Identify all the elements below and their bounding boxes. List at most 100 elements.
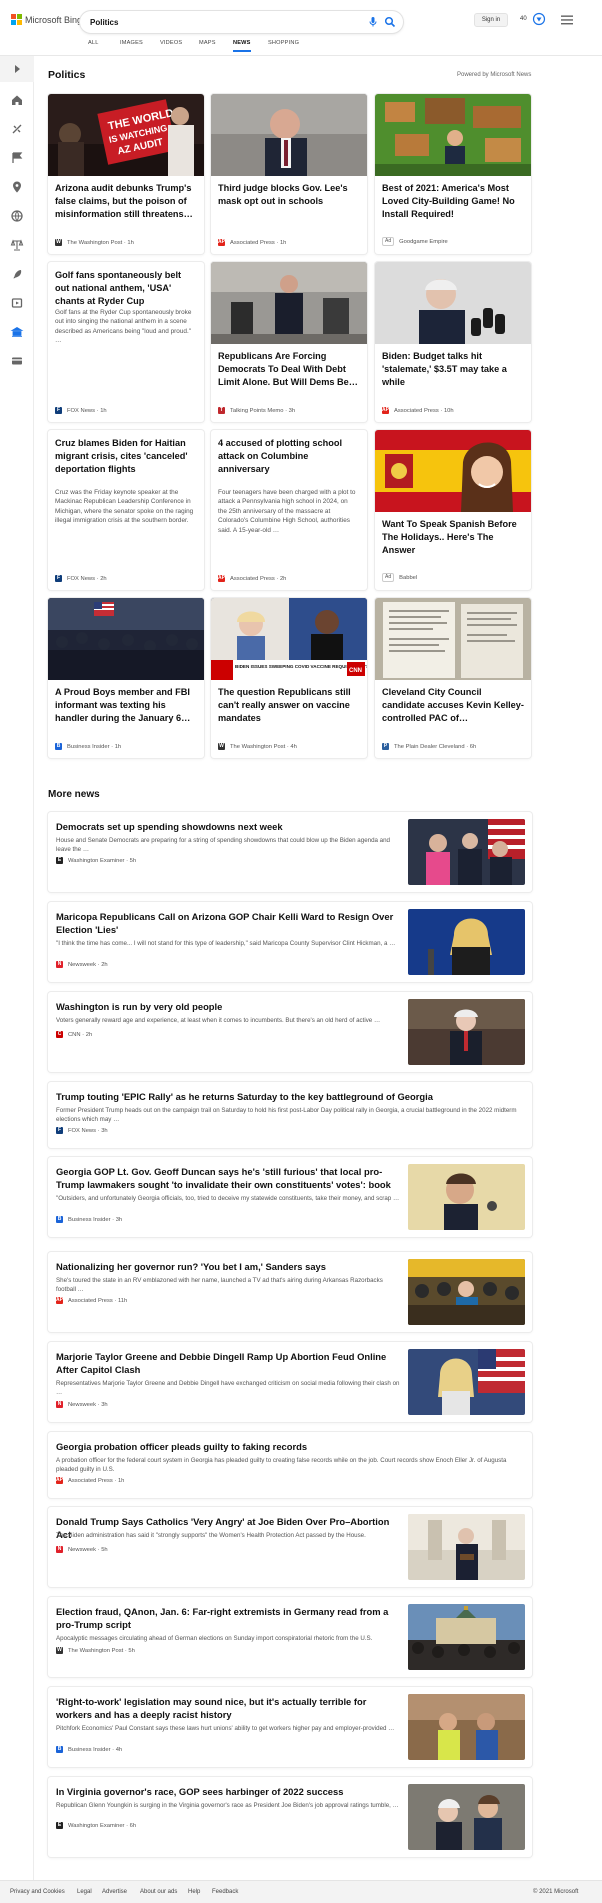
news-card-image[interactable]: [375, 262, 531, 344]
news-list-thumbnail[interactable]: [408, 909, 525, 975]
footer-link-advertise[interactable]: Advertise: [102, 1889, 127, 1895]
news-card-title[interactable]: Cleveland City Council candidate accuses…: [382, 686, 524, 725]
microphone-icon[interactable]: [367, 16, 379, 28]
news-list-item[interactable]: Donald Trump Says Catholics 'Very Angry'…: [48, 1507, 532, 1587]
news-list-thumbnail[interactable]: [408, 819, 525, 885]
tab-maps[interactable]: MAPS: [199, 40, 216, 46]
bing-logo[interactable]: Microsoft Bing: [11, 14, 82, 25]
news-list-item[interactable]: In Virginia governor's race, GOP sees ha…: [48, 1777, 532, 1857]
news-card-title[interactable]: Republicans Are Forcing Democrats To Dea…: [218, 350, 360, 389]
news-card[interactable]: A Proud Boys member and FBI informant wa…: [48, 598, 204, 758]
news-list-title[interactable]: Nationalizing her governor run? 'You bet…: [56, 1260, 400, 1273]
footer-link-about-ads[interactable]: About our ads: [140, 1889, 177, 1895]
news-list-item[interactable]: Georgia GOP Lt. Gov. Geoff Duncan says h…: [48, 1157, 532, 1237]
news-list-item[interactable]: Nationalizing her governor run? 'You bet…: [48, 1252, 532, 1332]
news-card-title[interactable]: Third judge blocks Gov. Lee's mask opt o…: [218, 182, 360, 208]
sign-in-button[interactable]: Sign in: [474, 13, 508, 27]
scales-icon[interactable]: [10, 238, 24, 252]
news-card-image[interactable]: BIDEN ISSUES SWEEPING COVID VACCINE REQU…: [211, 598, 367, 680]
entertainment-icon[interactable]: [10, 296, 24, 310]
news-card[interactable]: Republicans Are Forcing Democrats To Dea…: [211, 262, 367, 422]
home-icon[interactable]: [10, 93, 24, 107]
news-list-title[interactable]: Marjorie Taylor Greene and Debbie Dingel…: [56, 1350, 400, 1376]
news-card[interactable]: Best of 2021: America's Most Loved City-…: [375, 94, 531, 254]
tab-news[interactable]: NEWS: [233, 40, 251, 52]
news-card-title[interactable]: A Proud Boys member and FBI informant wa…: [55, 686, 197, 725]
news-card[interactable]: Golf fans spontaneously belt out nationa…: [48, 262, 204, 422]
rewards-icon[interactable]: [532, 12, 546, 26]
news-list-thumbnail[interactable]: [408, 1349, 525, 1415]
footer-link-privacy[interactable]: Privacy and Cookies: [10, 1889, 65, 1895]
footer-link-legal[interactable]: Legal: [77, 1889, 92, 1895]
news-list-title[interactable]: Georgia probation officer pleads guilty …: [56, 1440, 524, 1453]
news-list-title[interactable]: Democrats set up spending showdowns next…: [56, 820, 400, 833]
rewards-points[interactable]: 40: [520, 16, 527, 22]
news-list-title[interactable]: Georgia GOP Lt. Gov. Geoff Duncan says h…: [56, 1165, 400, 1191]
bank-icon[interactable]: [10, 325, 24, 339]
news-list-thumbnail[interactable]: [408, 1164, 525, 1230]
sports-icon[interactable]: [10, 122, 24, 136]
expand-icon[interactable]: [10, 62, 24, 76]
news-card-title[interactable]: Best of 2021: America's Most Loved City-…: [382, 182, 524, 221]
news-card[interactable]: Third judge blocks Gov. Lee's mask opt o…: [211, 94, 367, 254]
rocket-icon[interactable]: [10, 267, 24, 281]
news-card-title[interactable]: Want To Speak Spanish Before The Holiday…: [382, 518, 524, 557]
news-list-item[interactable]: Washington is run by very old people Vote…: [48, 992, 532, 1072]
search-icon[interactable]: [384, 16, 396, 28]
news-card-title[interactable]: 4 accused of plotting school attack on C…: [218, 437, 360, 476]
news-list-item[interactable]: Georgia probation officer pleads guilty …: [48, 1432, 532, 1498]
news-card-title[interactable]: Cruz blames Biden for Haitian migrant cr…: [55, 437, 197, 476]
news-card-image[interactable]: [375, 430, 531, 512]
news-card[interactable]: Biden: Budget talks hit 'stalemate,' $3.…: [375, 262, 531, 422]
news-list-thumbnail[interactable]: [408, 1694, 525, 1760]
news-list-thumbnail[interactable]: [408, 1784, 525, 1850]
news-list-title[interactable]: In Virginia governor's race, GOP sees ha…: [56, 1785, 400, 1798]
news-card-title[interactable]: Golf fans spontaneously belt out nationa…: [55, 269, 197, 308]
hamburger-menu-icon[interactable]: [561, 15, 573, 25]
news-list-title[interactable]: Trump touting 'EPIC Rally' as he returns…: [56, 1090, 524, 1103]
news-card-title[interactable]: Arizona audit debunks Trump's false clai…: [55, 182, 197, 221]
news-card-image[interactable]: [211, 94, 367, 176]
news-list-item[interactable]: 'Right-to-work' legislation may sound ni…: [48, 1687, 532, 1767]
news-list-item[interactable]: Trump touting 'EPIC Rally' as he returns…: [48, 1082, 532, 1148]
news-list-source: E Washington Examiner · 5h: [56, 857, 137, 864]
flag-icon[interactable]: [10, 151, 24, 165]
news-card[interactable]: BIDEN ISSUES SWEEPING COVID VACCINE REQU…: [211, 598, 367, 758]
news-card-image[interactable]: [211, 262, 367, 344]
tab-all[interactable]: ALL: [88, 40, 99, 46]
news-card-image[interactable]: [375, 94, 531, 176]
news-list-item[interactable]: Democrats set up spending showdowns next…: [48, 812, 532, 892]
search-input[interactable]: [90, 15, 340, 29]
footer-link-feedback[interactable]: Feedback: [212, 1889, 238, 1895]
news-list-title[interactable]: 'Right-to-work' legislation may sound ni…: [56, 1695, 400, 1721]
news-card[interactable]: THE WORLD IS WATCHING AZ AUDIT Arizona audi…: [48, 94, 204, 254]
news-card[interactable]: 4 accused of plotting school attack on C…: [211, 430, 367, 590]
news-card-image[interactable]: [375, 598, 531, 680]
source-age: 2h: [85, 1031, 93, 1038]
news-card-title[interactable]: The question Republicans still can't rea…: [218, 686, 360, 725]
news-card-title[interactable]: Biden: Budget talks hit 'stalemate,' $3.…: [382, 350, 524, 389]
footer-link-help[interactable]: Help: [188, 1889, 200, 1895]
tab-images[interactable]: IMAGES: [120, 40, 143, 46]
source-age: 4h: [290, 743, 297, 750]
news-list-item[interactable]: Maricopa Republicans Call on Arizona GOP…: [48, 902, 532, 982]
location-icon[interactable]: [10, 180, 24, 194]
news-card[interactable]: Want To Speak Spanish Before The Holiday…: [375, 430, 531, 590]
news-card-image[interactable]: [48, 598, 204, 680]
globe-icon[interactable]: [10, 209, 24, 223]
tab-videos[interactable]: VIDEOS: [160, 40, 182, 46]
news-list-title[interactable]: Election fraud, QAnon, Jan. 6: Far-right…: [56, 1605, 400, 1631]
news-list-thumbnail[interactable]: [408, 1604, 525, 1670]
news-list-thumbnail[interactable]: [408, 1259, 525, 1325]
news-list-title[interactable]: Washington is run by very old people: [56, 1000, 400, 1013]
news-card[interactable]: Cleveland City Council candidate accuses…: [375, 598, 531, 758]
news-list-thumbnail[interactable]: [408, 999, 525, 1065]
news-list-item[interactable]: Election fraud, QAnon, Jan. 6: Far-right…: [48, 1597, 532, 1677]
news-card[interactable]: Cruz blames Biden for Haitian migrant cr…: [48, 430, 204, 590]
news-list-thumbnail[interactable]: [408, 1514, 525, 1580]
news-card-image[interactable]: THE WORLD IS WATCHING AZ AUDIT: [48, 94, 204, 176]
news-list-title[interactable]: Maricopa Republicans Call on Arizona GOP…: [56, 910, 400, 936]
news-list-item[interactable]: Marjorie Taylor Greene and Debbie Dingel…: [48, 1342, 532, 1422]
card-icon[interactable]: [10, 354, 24, 368]
tab-shopping[interactable]: SHOPPING: [268, 40, 299, 46]
